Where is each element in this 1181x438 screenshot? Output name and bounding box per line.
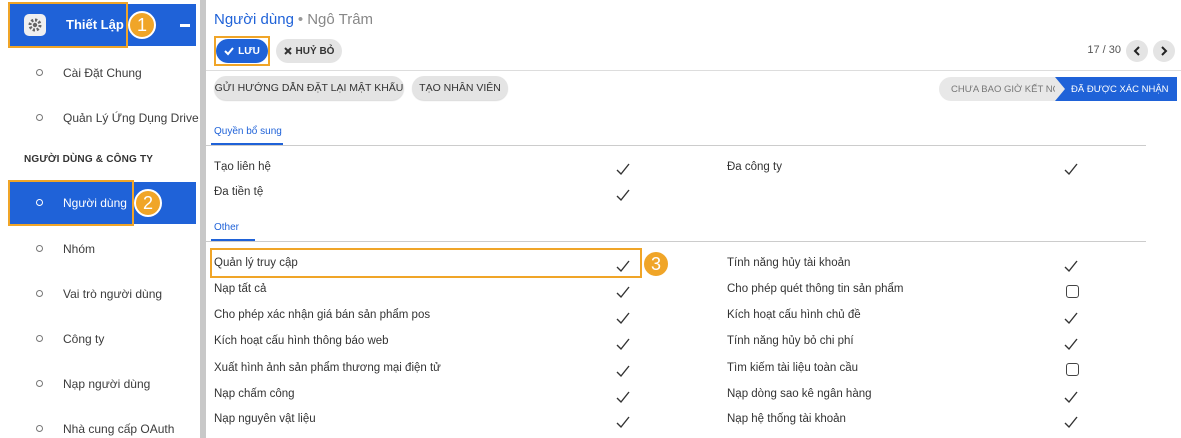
pager-counter: 17 / 30 xyxy=(1087,44,1121,56)
bullet-icon xyxy=(36,380,43,387)
cancel-button[interactable]: HUỶ BỎ xyxy=(276,39,342,63)
stage-confirmed-label: ĐÃ ĐƯỢC XÁC NHẬN xyxy=(1071,83,1169,95)
checkbox-checked-icon[interactable] xyxy=(1064,311,1078,325)
create-employee-button[interactable]: TẠO NHÂN VIÊN xyxy=(412,76,508,100)
breadcrumb-parent-link[interactable]: Người dùng xyxy=(214,11,294,28)
field-label-import-all: Nạp tất cả xyxy=(214,283,267,295)
bullet-icon xyxy=(36,335,43,342)
field-label-import-timesheet: Nạp chấm công xyxy=(214,388,295,400)
sidebar-item-label: Vai trò người dùng xyxy=(63,287,163,301)
sidebar-item-label: Công ty xyxy=(63,332,105,346)
checkbox-checked-icon[interactable] xyxy=(616,285,630,299)
field-label-import-chart-of-accounts: Nạp hệ thống tài khoản xyxy=(727,413,846,425)
bullet-icon xyxy=(36,290,43,297)
field-label-pos-price-confirm: Cho phép xác nhận giá bán sản phẩm pos xyxy=(214,309,431,321)
field-label-web-notification-config: Kích hoạt cấu hình thông báo web xyxy=(214,335,389,347)
sidebar-item-label: Cài Đặt Chung xyxy=(63,66,142,80)
reset-password-button[interactable]: GỬI HƯỚNG DẪN ĐẶT LẠI MẬT KHẨU xyxy=(214,76,404,100)
callout-highlight-users xyxy=(8,180,134,226)
sidebar-item-label: Nạp người dùng xyxy=(63,377,151,391)
field-label-multi-company: Đa công ty xyxy=(727,161,782,173)
sidebar-item-label: Nhà cung cấp OAuth xyxy=(63,422,175,436)
status-pipeline: CHƯA BAO GIỜ KẾT NỐI ĐÃ ĐƯỢC XÁC NHẬN xyxy=(939,77,1177,101)
checkbox-checked-icon[interactable] xyxy=(1064,415,1078,429)
divider xyxy=(206,145,1146,146)
pager-prev-button[interactable] xyxy=(1126,40,1148,62)
checkbox-checked-icon[interactable] xyxy=(616,415,630,429)
sidebar-item-import-users[interactable]: Nạp người dùng xyxy=(8,369,196,399)
checkbox-checked-icon[interactable] xyxy=(616,311,630,325)
main-content: Người dùng • Ngô Trâm LƯU HUỶ BỎ 17 / 30 G… xyxy=(206,0,1181,438)
bullet-icon xyxy=(36,114,43,121)
field-label-export-ecommerce-images: Xuất hình ảnh sản phẩm thương mại điện t… xyxy=(214,362,441,374)
checkbox-checked-icon[interactable] xyxy=(1064,337,1078,351)
close-icon xyxy=(283,47,292,55)
callout-badge-3: 3 xyxy=(642,250,670,278)
cancel-button-label: HUỶ BỎ xyxy=(295,45,335,57)
sidebar-item-label: Quản Lý Ứng Dụng Drive xyxy=(63,111,199,125)
stage-never-connected[interactable]: CHƯA BAO GIỜ KẾT NỐI xyxy=(939,77,1063,101)
checkbox-checked-icon[interactable] xyxy=(616,337,630,351)
sidebar-item-general-settings[interactable]: Cài Đặt Chung xyxy=(8,58,196,88)
sidebar-item-user-roles[interactable]: Vai trò người dùng xyxy=(8,279,196,309)
field-label-expense-cancellation: Tính năng hủy bỏ chi phí xyxy=(727,335,854,347)
callout-highlight-settings xyxy=(8,2,128,48)
sidebar-item-companies[interactable]: Công ty xyxy=(8,324,196,354)
field-label-multi-currency: Đa tiền tệ xyxy=(214,186,264,198)
checkbox-unchecked[interactable] xyxy=(1066,285,1079,298)
callout-highlight-save xyxy=(214,36,270,66)
divider xyxy=(206,241,1146,242)
callout-badge-2: 2 xyxy=(134,189,162,217)
checkbox-unchecked[interactable] xyxy=(1066,363,1079,376)
bullet-icon xyxy=(36,425,43,432)
sidebar-item-oauth-providers[interactable]: Nhà cung cấp OAuth xyxy=(8,414,196,438)
field-label-theme-config: Kích hoạt cấu hình chủ đề xyxy=(727,309,861,321)
checkbox-checked-icon[interactable] xyxy=(1064,162,1078,176)
callout-badge-1: 1 xyxy=(128,11,156,39)
checkbox-checked-icon[interactable] xyxy=(616,364,630,378)
sidebar-item-drive-apps[interactable]: Quản Lý Ứng Dụng Drive xyxy=(8,103,199,133)
divider xyxy=(206,70,1181,71)
stage-confirmed[interactable]: ĐÃ ĐƯỢC XÁC NHẬN xyxy=(1055,77,1177,101)
checkbox-checked-icon[interactable] xyxy=(616,162,630,176)
checkbox-checked-icon[interactable] xyxy=(1064,390,1078,404)
chevron-left-icon xyxy=(1133,46,1140,56)
sidebar-section-title: NGƯỜI DÙNG & CÔNG TY xyxy=(24,154,154,165)
field-label-product-scan: Cho phép quét thông tin sản phẩm xyxy=(727,283,904,295)
bullet-icon xyxy=(36,245,43,252)
sidebar-item-groups[interactable]: Nhóm xyxy=(8,234,196,264)
checkbox-checked-icon[interactable] xyxy=(616,390,630,404)
tab-extra-rights[interactable]: Quyền bổ sung xyxy=(214,126,282,137)
field-label-global-doc-search: Tìm kiếm tài liệu toàn cầu xyxy=(727,362,859,374)
collapse-icon[interactable] xyxy=(180,24,190,27)
sidebar-item-label: Nhóm xyxy=(63,242,96,256)
pager-next-button[interactable] xyxy=(1153,40,1175,62)
checkbox-checked-icon[interactable] xyxy=(1064,259,1078,273)
breadcrumb-separator: • xyxy=(297,11,304,28)
field-label-import-materials: Nạp nguyên vật liệu xyxy=(214,413,316,425)
bullet-icon xyxy=(36,69,43,76)
checkbox-checked-icon[interactable] xyxy=(616,188,630,202)
field-label-import-bank-statement: Nạp dòng sao kê ngân hàng xyxy=(727,388,872,400)
tab-other[interactable]: Other xyxy=(214,222,239,233)
field-label-account-cancellation: Tính năng hủy tài khoản xyxy=(727,257,851,269)
field-label-create-contact: Tạo liên hệ xyxy=(214,161,271,173)
chevron-right-icon xyxy=(1161,46,1168,56)
breadcrumb: Người dùng • Ngô Trâm xyxy=(214,11,373,28)
breadcrumb-current: Ngô Trâm xyxy=(307,11,374,28)
callout-highlight-access-management xyxy=(210,248,642,278)
